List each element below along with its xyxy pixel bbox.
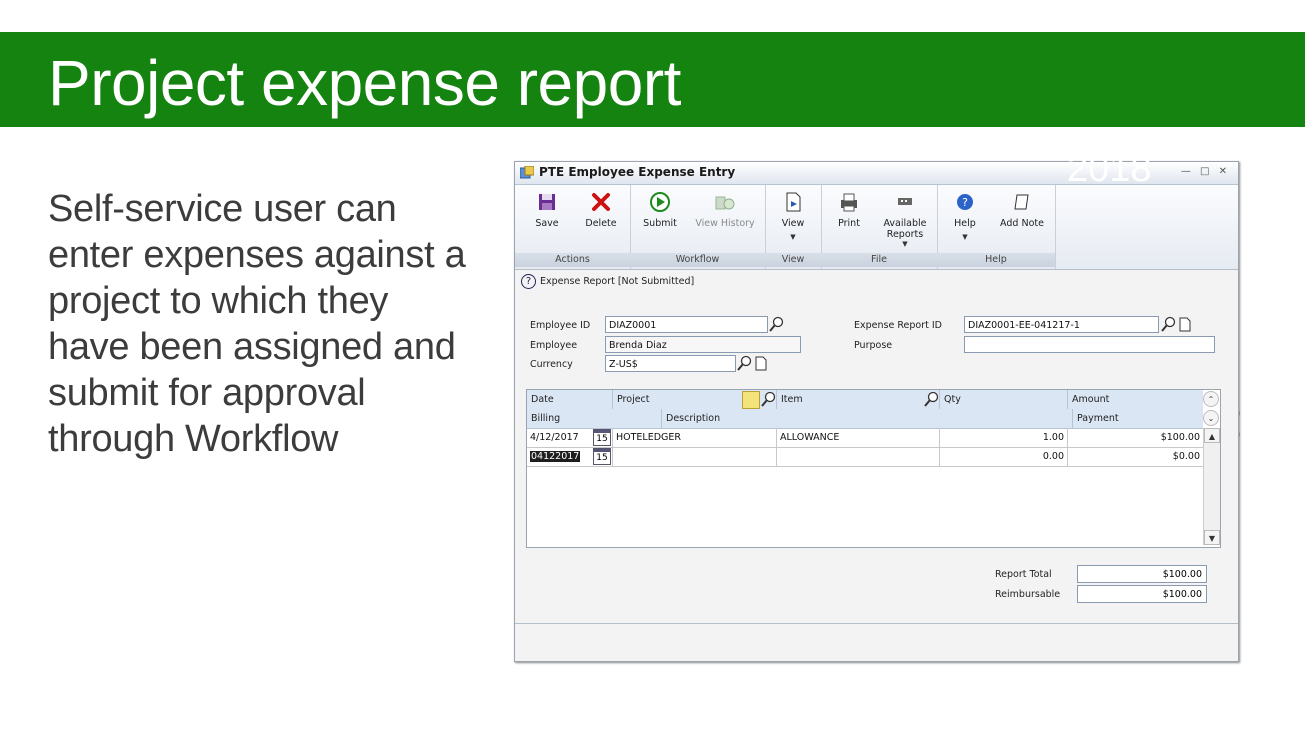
help-button[interactable]: ? Help ▼: [945, 191, 985, 241]
currency-lookup-icon[interactable]: [736, 355, 753, 372]
col-date-header[interactable]: Date: [527, 390, 613, 409]
window-controls[interactable]: — □ ✕: [1181, 166, 1230, 177]
report-lookup-icon[interactable]: [1160, 316, 1177, 333]
row-project-cell[interactable]: HOTELEDGER: [613, 428, 777, 447]
report-status: ? Expense Report [Not Submitted]: [521, 274, 694, 289]
delete-icon: [592, 193, 610, 211]
project-color-icon[interactable]: [742, 391, 760, 409]
collapse-rows-icon[interactable]: ⌄: [1203, 410, 1219, 426]
help-icon: ?: [957, 194, 973, 210]
row-qty-cell[interactable]: 1.00: [940, 428, 1068, 447]
row-item-cell[interactable]: ALLOWANCE: [777, 428, 940, 447]
row-project-cell[interactable]: [613, 447, 777, 466]
report-total-field: $100.00: [1077, 565, 1207, 583]
reimbursable-label: Reimbursable: [995, 589, 1061, 600]
col-description-header[interactable]: Description: [662, 409, 1073, 428]
ribbon-group-label: Help: [937, 253, 1055, 267]
row-amount-cell[interactable]: $100.00: [1068, 428, 1203, 447]
submit-button[interactable]: Submit: [640, 191, 680, 229]
grid-header-row-1: Date Project Item Qty Amount: [527, 390, 1203, 410]
help-circle-icon[interactable]: ?: [521, 274, 536, 289]
col-item-header[interactable]: Item: [777, 390, 940, 409]
ribbon-group-label: Actions: [515, 253, 630, 267]
ribbon-toolbar: Save Delete Actions Submit View History …: [515, 185, 1238, 270]
table-row[interactable]: 04122017 0.00 $0.00: [527, 447, 1203, 467]
slide-title: Project expense report: [48, 47, 681, 119]
delete-button[interactable]: Delete: [581, 191, 621, 229]
report-note-icon[interactable]: [1179, 317, 1191, 332]
expense-lines-grid: Date Project Item Qty Amount Billing Des…: [526, 389, 1221, 548]
chevron-down-icon: ▼: [790, 233, 796, 241]
expand-rows-icon[interactable]: ⌃: [1203, 391, 1219, 407]
reports-icon: [898, 198, 912, 205]
row-item-cell[interactable]: [777, 447, 940, 466]
employee-label: Employee: [530, 340, 578, 351]
note-icon: [1014, 194, 1029, 210]
employee-lookup-icon[interactable]: [768, 316, 785, 333]
submit-icon: [650, 192, 670, 212]
purpose-field[interactable]: [964, 336, 1215, 353]
currency-label: Currency: [530, 359, 573, 370]
col-billing-header[interactable]: Billing: [527, 409, 662, 428]
calendar-icon[interactable]: 15: [593, 448, 611, 465]
ribbon-group-help: ? Help ▼ Add Note Help: [937, 185, 1056, 269]
slide-body-text: Self-service user can enter expenses aga…: [48, 188, 466, 460]
title-banner: Project expense report: [0, 32, 1305, 127]
form-content: ? Expense Report [Not Submitted] Employee…: [515, 270, 1238, 660]
chevron-down-icon: ▼: [902, 240, 908, 248]
print-button[interactable]: Print: [831, 191, 867, 229]
col-payment-header[interactable]: Payment: [1073, 409, 1203, 428]
currency-note-icon[interactable]: [755, 356, 767, 371]
window-title: PTE Employee Expense Entry: [539, 165, 736, 179]
currency-field[interactable]: Z-US$: [605, 355, 736, 372]
ribbon-group-label: View: [765, 253, 821, 267]
col-qty-header[interactable]: Qty: [940, 390, 1068, 409]
print-icon: [841, 193, 857, 212]
employee-id-label: Employee ID: [530, 320, 591, 331]
employee-id-field[interactable]: DIAZ0001: [605, 316, 768, 333]
item-lookup-icon[interactable]: [923, 391, 940, 408]
available-reports-button[interactable]: Available Reports ▼: [877, 191, 933, 248]
ribbon-group-actions: Save Delete Actions: [515, 185, 631, 269]
reimbursable-field: $100.00: [1077, 585, 1207, 603]
view-button[interactable]: View ▼: [775, 191, 811, 241]
ribbon-group-label: Workflow: [630, 253, 765, 267]
row-amount-cell[interactable]: $0.00: [1068, 447, 1203, 466]
grid-scrollbar[interactable]: ▲ ▼: [1203, 428, 1220, 545]
ribbon-group-view: View ▼ View: [765, 185, 822, 269]
save-icon: [539, 194, 555, 210]
calendar-icon[interactable]: 15: [593, 429, 611, 446]
status-bar-divider: [515, 623, 1238, 624]
expense-report-id-label: Expense Report ID: [854, 320, 942, 331]
save-button[interactable]: Save: [529, 191, 565, 229]
view-history-button[interactable]: View History: [690, 191, 760, 229]
expense-report-id-field[interactable]: DIAZ0001-EE-041217-1: [964, 316, 1159, 333]
history-icon: [715, 196, 735, 210]
app-icon: [520, 166, 534, 179]
project-lookup-icon[interactable]: [760, 391, 777, 408]
purpose-label: Purpose: [854, 340, 893, 351]
table-row[interactable]: 4/12/2017 HOTELEDGER ALLOWANCE 1.00 $100…: [527, 428, 1203, 448]
col-amount-header[interactable]: Amount: [1068, 390, 1203, 409]
scroll-down-icon[interactable]: ▼: [1204, 530, 1220, 545]
scroll-up-icon[interactable]: ▲: [1204, 428, 1220, 443]
window-titlebar[interactable]: PTE Employee Expense Entry 2018 — □ ✕: [515, 148, 1238, 190]
ribbon-group-file: Print Available Reports ▼ File: [821, 185, 938, 269]
grid-header-row-2: Billing Description Payment: [527, 409, 1203, 429]
svg-text:?: ?: [962, 196, 968, 209]
expense-entry-window: PTE Employee Expense Entry 2018 — □ ✕ Sa…: [514, 148, 1239, 662]
ribbon-group-workflow: Submit View History Workflow: [630, 185, 766, 269]
employee-name-field: Brenda Diaz: [605, 336, 801, 353]
report-total-label: Report Total: [995, 569, 1052, 580]
row-qty-cell[interactable]: 0.00: [940, 447, 1068, 466]
ribbon-group-label: File: [821, 253, 937, 267]
add-note-button[interactable]: Add Note: [995, 191, 1049, 229]
chevron-down-icon: ▼: [962, 233, 968, 241]
view-icon: [786, 192, 801, 212]
